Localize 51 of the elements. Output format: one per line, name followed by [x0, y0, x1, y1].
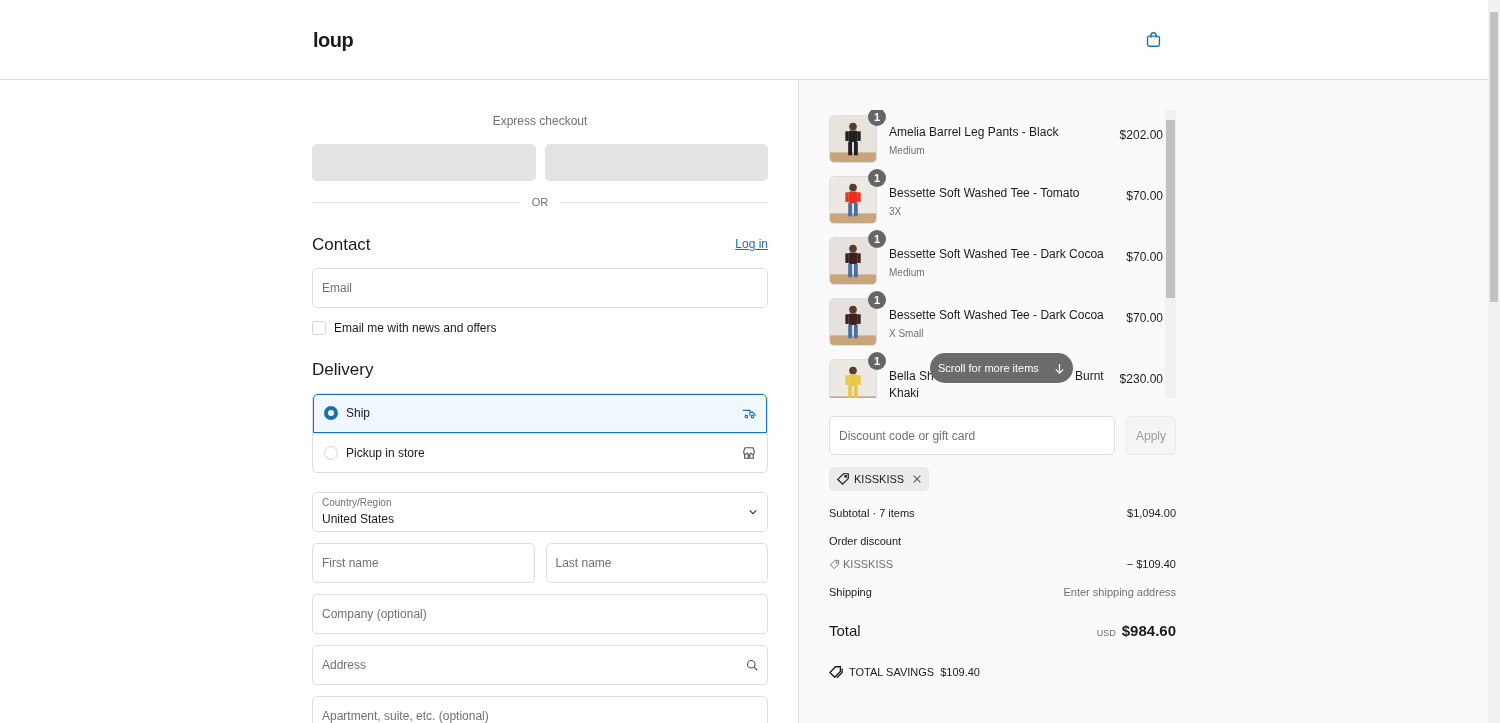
order-discount-label: Order discount	[829, 534, 902, 547]
delivery-option[interactable]: Pickup in store	[313, 432, 767, 472]
discount-code-field[interactable]: Discount code or gift card	[829, 416, 1115, 455]
apartment-field[interactable]: Apartment, suite, etc. (optional)	[312, 695, 768, 723]
apply-button[interactable]: Apply	[1126, 416, 1176, 455]
product-price: $202.00	[1119, 127, 1163, 144]
product-price: $70.00	[1126, 188, 1163, 205]
product-variant: X Small	[889, 327, 925, 341]
product-variant: Medium	[889, 266, 926, 280]
applied-discount-tag: KISSKISS	[829, 467, 930, 491]
product-price: $70.00	[1126, 249, 1163, 266]
delivery-heading: Delivery	[312, 359, 375, 381]
discount-amount: − $109.40	[1126, 557, 1176, 572]
express-checkout-title: Express checkout	[492, 114, 588, 128]
product-name: Amelia Barrel Leg Pants - Black	[889, 125, 1060, 140]
product-price: $230.00	[1119, 371, 1163, 388]
country-select[interactable]: Country/Region United States	[312, 491, 768, 532]
last-name-field[interactable]: Last name	[545, 542, 768, 583]
subtotal-amount: $1,094.00	[1127, 506, 1176, 521]
company-field[interactable]: Company (optional)	[312, 593, 768, 634]
first-name-field[interactable]: First name	[312, 542, 535, 583]
total-amount: $984.60	[1121, 621, 1176, 641]
product-name: Bessette Soft Washed Tee - Dark Cocoa	[889, 308, 1105, 323]
log-in-link[interactable]: Log in	[735, 235, 768, 254]
contact-heading: Contact	[312, 233, 371, 256]
store-logo[interactable]: loup	[313, 24, 354, 55]
delivery-option[interactable]: Ship	[313, 393, 767, 433]
address-field[interactable]: Address	[312, 644, 768, 685]
total-savings-label: TOTAL SAVINGS	[849, 664, 935, 680]
subtotal-label: Subtotal · 7 items	[829, 506, 915, 521]
product-variant: 3X	[889, 205, 903, 219]
quantity-badge: 1	[868, 110, 886, 126]
quantity-badge: 1	[868, 291, 886, 309]
total-savings-amount: $109.40	[940, 664, 980, 680]
quantity-badge: 1	[868, 352, 886, 370]
currency-code: USD	[1096, 627, 1116, 640]
quantity-badge: 1	[868, 230, 886, 248]
product-name: Bessette Soft Washed Tee - Dark Cocoa	[889, 247, 1105, 262]
product-name: Khaki	[889, 386, 921, 398]
product-price: $70.00	[1126, 310, 1163, 327]
shipping-note: Enter shipping address	[1063, 584, 1176, 600]
discount-code-label: KISSKISS	[843, 557, 894, 572]
newsletter-label: Email me with news and offers	[334, 320, 497, 337]
product-name: Burnt	[1075, 369, 1104, 384]
or-divider-label: OR	[531, 195, 549, 210]
shipping-label: Shipping	[829, 584, 872, 600]
total-label: Total	[829, 621, 861, 641]
product-variant: Medium	[889, 144, 926, 158]
email-field[interactable]: Email	[312, 268, 768, 308]
quantity-badge: 1	[868, 169, 886, 187]
product-name: Bessette Soft Washed Tee - Tomato	[889, 186, 1081, 201]
